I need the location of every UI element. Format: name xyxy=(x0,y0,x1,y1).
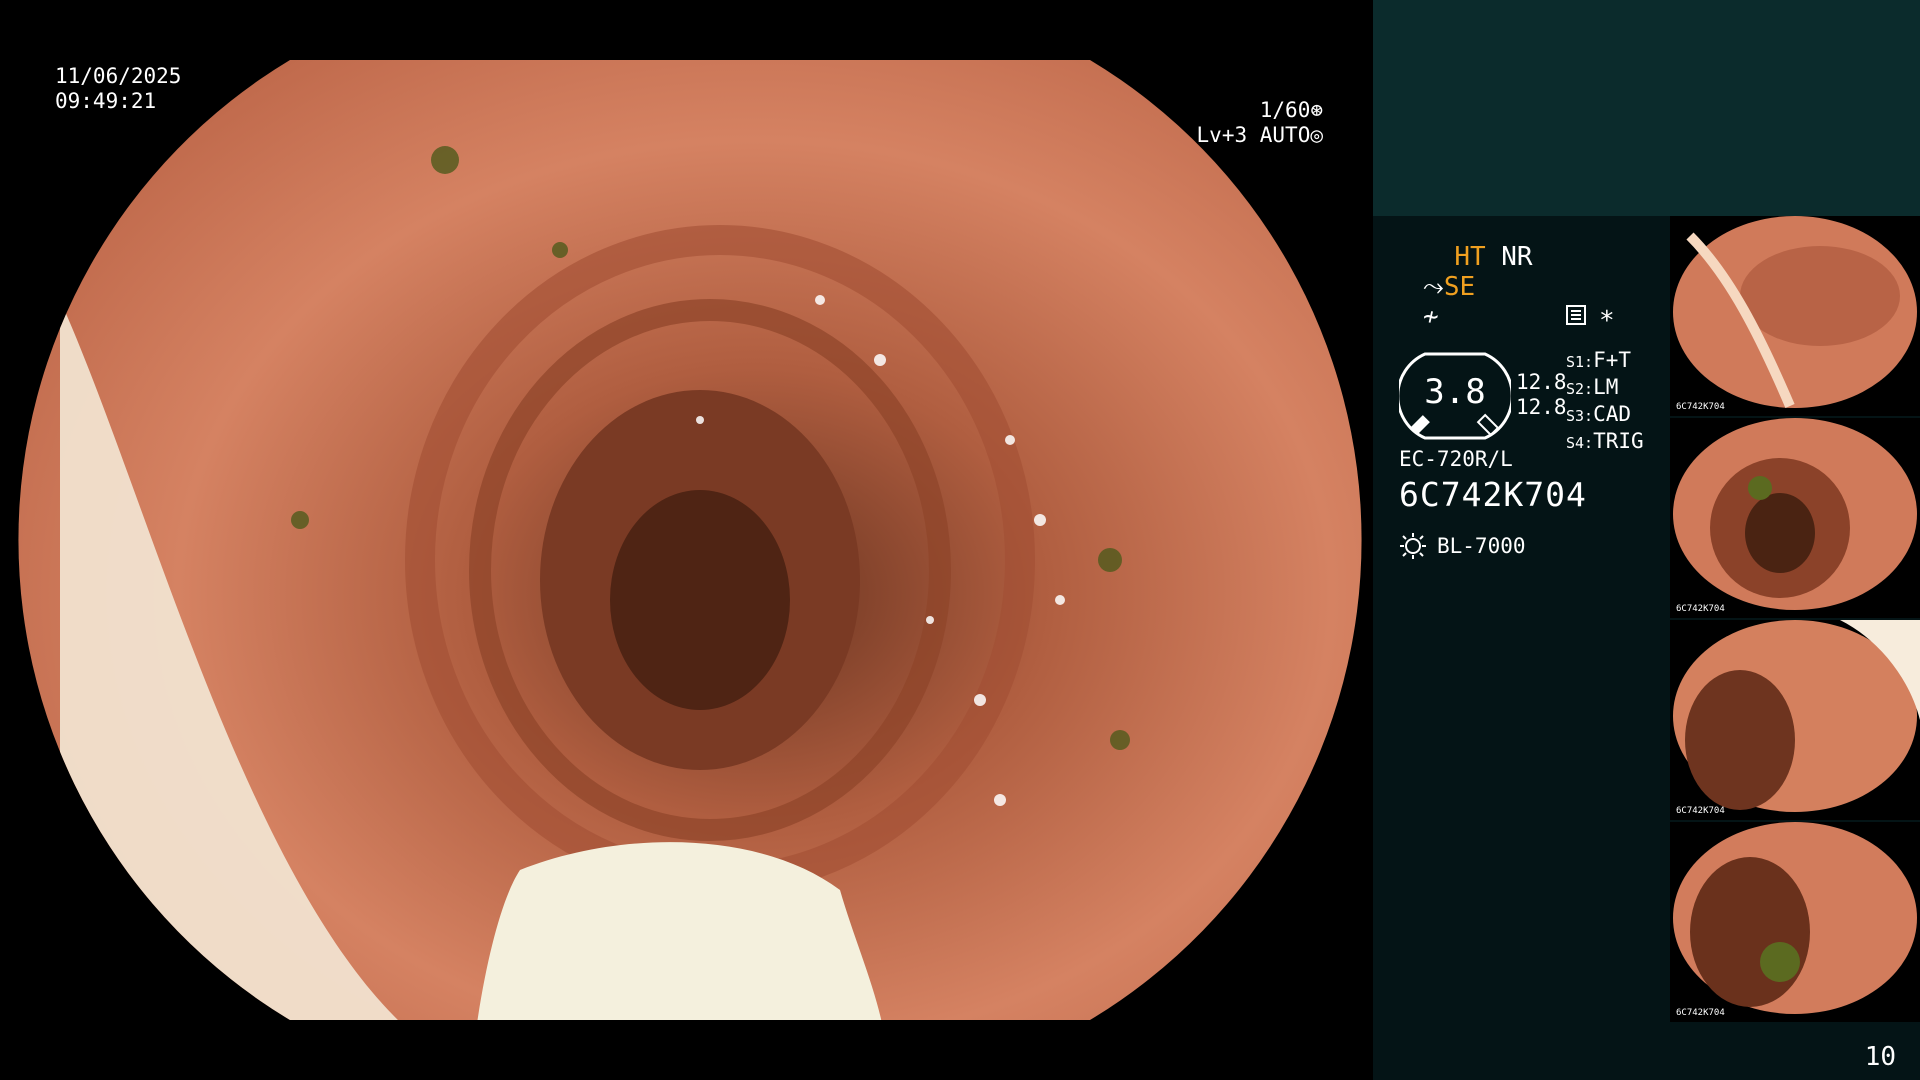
thumbnail-2[interactable]: 6C742K704 xyxy=(1670,418,1920,618)
lamp-icon xyxy=(1400,533,1426,559)
time-text: 09:49:21 xyxy=(55,89,157,113)
star-indicator: * xyxy=(1599,306,1615,336)
nr-mode: NR xyxy=(1501,242,1533,272)
se-mode: SE xyxy=(1443,272,1476,302)
thumbnail-image xyxy=(1673,822,1917,1014)
gauge-lower: 12.8 xyxy=(1516,395,1567,419)
endoscopy-image xyxy=(18,60,1362,1020)
thumbnail-label: 6C742K704 xyxy=(1676,604,1725,614)
thumbnail-label: 6C742K704 xyxy=(1676,806,1725,816)
exposure-mode-text: AUTO xyxy=(1259,123,1311,147)
thumbnail-3[interactable]: 6C742K704 xyxy=(1670,620,1920,820)
settings-icon xyxy=(1566,305,1586,325)
ht-mode: HT xyxy=(1454,242,1486,272)
slot-2: S2:LM xyxy=(1566,375,1619,399)
exposure-display: 1/60⊛ Lv+3 AUTO◎ xyxy=(1197,98,1323,148)
level-text: Lv+3 xyxy=(1196,123,1248,147)
thumbnail-image xyxy=(1673,216,1917,408)
structure-icon: ⤳ xyxy=(1423,272,1444,302)
color-icon: ≁ xyxy=(1423,302,1439,332)
thumbnail-label: 6C742K704 xyxy=(1676,1008,1725,1018)
datetime-display: 11/06/2025 09:49:21 xyxy=(55,64,181,114)
light-source: BL-7000 xyxy=(1399,532,1526,560)
thumbnail-4[interactable]: 6C742K704 xyxy=(1670,822,1920,1022)
scope-serial: 6C742K704 xyxy=(1399,475,1587,514)
gauge-upper: 12.8 xyxy=(1516,370,1567,394)
iris-icon: ◎ xyxy=(1310,123,1323,147)
image-modes: HT NR ⤳SE ≁ xyxy=(1423,242,1533,332)
date-text: 11/06/2025 xyxy=(55,64,182,88)
capture-thumbnails: 6C742K704 6C742K704 6C742K704 6C742K704 xyxy=(1670,216,1920,1024)
shutter-text: 1/60 xyxy=(1259,98,1311,122)
thumbnail-label: 6C742K704 xyxy=(1676,402,1725,412)
endoscope-main-view: 11/06/2025 09:49:21 1/60⊛ Lv+3 AUTO◎ xyxy=(0,0,1373,1080)
switch-assignments: S1:F+T S2:LM S3:CAD S4:TRIG xyxy=(1566,348,1644,456)
scope-model: EC-720R/L xyxy=(1399,447,1513,471)
aperture-icon: ⊛ xyxy=(1310,98,1323,122)
light-source-text: BL-7000 xyxy=(1437,534,1526,558)
status-panel: HT NR ⤳SE ≁ * 3.8 12.8 12.8 S1:F+T S2:LM… xyxy=(1373,0,1920,1080)
slot-1: S1:F+T xyxy=(1566,348,1632,372)
slot-3: S3:CAD xyxy=(1566,402,1632,426)
gauge-value: 3.8 xyxy=(1424,372,1486,412)
gauge-limits: 12.8 12.8 xyxy=(1516,370,1567,420)
page-number: 10 xyxy=(1864,1042,1896,1072)
slot-4: S4:TRIG xyxy=(1566,429,1644,453)
thumbnail-1[interactable]: 6C742K704 xyxy=(1670,216,1920,416)
status-header-area xyxy=(1373,0,1920,216)
thumbnail-image xyxy=(1673,418,1917,610)
thumbnail-image xyxy=(1673,620,1920,812)
